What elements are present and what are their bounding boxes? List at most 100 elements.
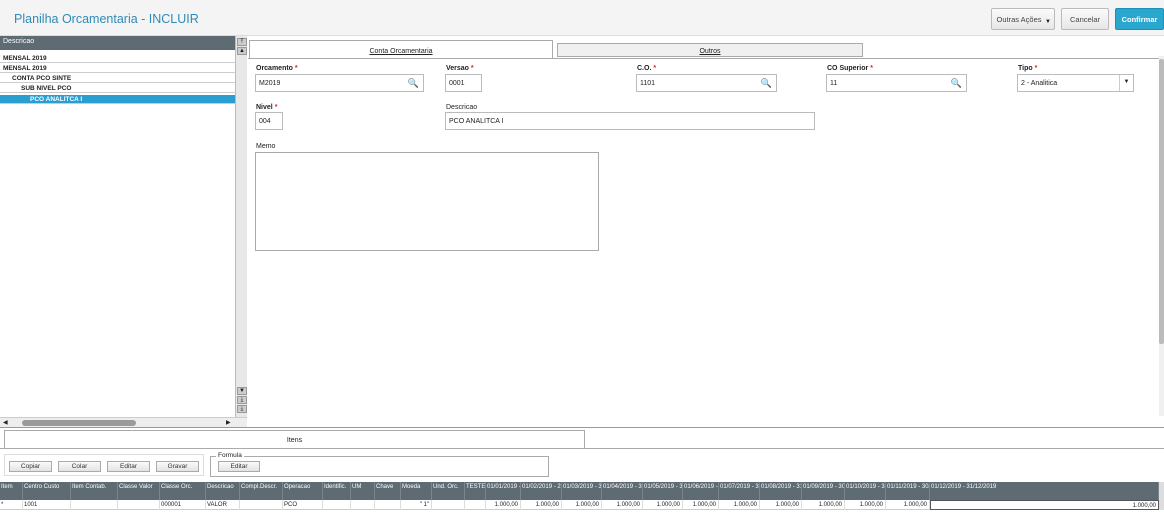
column-header[interactable]: 01/07/2019 - 31/07/2019	[719, 482, 760, 500]
copiar-button[interactable]: Copiar	[9, 461, 52, 472]
table-cell[interactable]: 1.000,00	[886, 500, 930, 510]
column-header[interactable]: Classe Orc.	[160, 482, 206, 500]
tree-horizontal-scrollbar[interactable]: ◀ ▶	[0, 417, 247, 427]
column-header[interactable]: UM	[351, 482, 375, 500]
memo-textarea[interactable]	[255, 152, 599, 251]
column-header[interactable]: Identific.	[323, 482, 351, 500]
column-header[interactable]: 01/02/2019 - 28/02/2019	[521, 482, 562, 500]
table-cell[interactable]	[432, 500, 465, 510]
table-cell[interactable]: 1.000,00	[845, 500, 886, 510]
column-header[interactable]: Descricao	[206, 482, 240, 500]
orcamento-value: M2019	[259, 80, 281, 87]
column-header[interactable]: 01/09/2019 - 30/09/2019	[802, 482, 845, 500]
tab-outros[interactable]: Outros	[557, 43, 863, 57]
search-icon[interactable]: 🔍	[408, 78, 419, 89]
tree-vertical-scrollbar[interactable]: ⤒ ▲ ▼ ⤓ ⤓	[235, 36, 247, 418]
column-header[interactable]: 01/03/2019 - 31/03/2019	[562, 482, 602, 500]
scroll-bottom-icon[interactable]: ⤓	[237, 405, 247, 413]
colar-button[interactable]: Colar	[58, 461, 101, 472]
column-header[interactable]: 01/04/2019 - 30/04/2019	[602, 482, 643, 500]
column-header[interactable]: TESTE	[465, 482, 486, 500]
table-cell[interactable]: VALOR	[206, 500, 240, 510]
tree-node[interactable]: MENSAL 2019	[0, 64, 235, 73]
co-superior-field[interactable]: 11 🔍	[826, 74, 967, 92]
tree-node[interactable]: CONTA PCO SINTE	[0, 74, 235, 83]
tipo-select[interactable]: 2 - Analitica ▼	[1017, 74, 1134, 92]
column-header[interactable]: 01/12/2019 - 31/12/2019	[930, 482, 1159, 500]
table-cell[interactable]: PCO	[283, 500, 323, 510]
descricao-value: PCO ANALITCA I	[449, 118, 504, 125]
search-icon[interactable]: 🔍	[951, 78, 962, 89]
nivel-field[interactable]: 004	[255, 112, 283, 130]
formula-editar-button[interactable]: Editar	[218, 461, 260, 472]
table-cell[interactable]	[351, 500, 375, 510]
versao-field[interactable]: 0001	[445, 74, 482, 92]
table-cell[interactable]: 1.000,00	[643, 500, 683, 510]
descricao-field[interactable]: PCO ANALITCA I	[445, 112, 815, 130]
versao-value: 0001	[449, 80, 465, 87]
table-cell[interactable]: 1.000,00	[719, 500, 760, 510]
tab-itens[interactable]: Itens	[4, 430, 585, 449]
table-cell[interactable]: 1.000,00	[760, 500, 802, 510]
form-scrollbar[interactable]	[1159, 56, 1164, 416]
column-header[interactable]: Item	[0, 482, 23, 500]
table-cell[interactable]: 000001	[160, 500, 206, 510]
column-header[interactable]: Und. Orc.	[432, 482, 465, 500]
co-field[interactable]: 1101 🔍	[636, 74, 777, 92]
column-header[interactable]: Compl.Descr.	[240, 482, 283, 500]
tree-node-selected[interactable]: PCO ANALITCA I	[0, 95, 235, 104]
table-cell[interactable]	[71, 500, 118, 510]
scroll-left-icon[interactable]: ◀	[3, 419, 8, 426]
tree-node[interactable]: SUB NIVEL PCO	[0, 84, 235, 93]
scroll-page-down-icon[interactable]: ⤓	[237, 396, 247, 404]
table-cell[interactable]	[323, 500, 351, 510]
table-cell[interactable]	[240, 500, 283, 510]
search-icon[interactable]: 🔍	[761, 78, 772, 89]
editar-button[interactable]: Editar	[107, 461, 150, 472]
table-cell[interactable]: 1.000,00	[602, 500, 643, 510]
scroll-down-icon[interactable]: ▼	[237, 387, 247, 395]
scroll-thumb[interactable]	[1159, 59, 1164, 344]
column-header[interactable]: 01/06/2019 - 30/06/2019	[683, 482, 719, 500]
column-header[interactable]: Classe Valor	[118, 482, 160, 500]
column-header[interactable]: 01/05/2019 - 31/05/2019	[643, 482, 683, 500]
column-header[interactable]: 01/08/2019 - 31/08/2019	[760, 482, 802, 500]
table-cell[interactable]: 1.000,00	[521, 500, 562, 510]
orcamento-field[interactable]: M2019 🔍	[255, 74, 424, 92]
table-cell[interactable]: 1001	[23, 500, 71, 510]
column-header[interactable]: 01/10/2019 - 31/10/2019	[845, 482, 886, 500]
column-header[interactable]: 01/11/2019 - 30/11/2019	[886, 482, 930, 500]
scroll-right-icon[interactable]: ▶	[226, 419, 231, 426]
table-cell[interactable]: 1.000,00	[486, 500, 521, 510]
co-value: 1101	[640, 80, 656, 87]
table-cell[interactable]	[465, 500, 486, 510]
column-header[interactable]: Item Contab.	[71, 482, 118, 500]
formula-legend: Formula	[216, 452, 244, 459]
tab-conta-orcamentaria[interactable]: Conta Orcamentaria	[249, 40, 553, 59]
table-cell[interactable]: 1.000,00	[683, 500, 719, 510]
gravar-button[interactable]: Gravar	[156, 461, 199, 472]
table-cell[interactable]	[375, 500, 401, 510]
grid-scrollbar[interactable]	[1159, 482, 1164, 510]
column-header[interactable]: Moeda	[401, 482, 432, 500]
column-header[interactable]: 01/01/2019 - 31/01/2019	[486, 482, 521, 500]
table-cell[interactable]: 1.000,00	[562, 500, 602, 510]
table-cell[interactable]: 1.000,00	[802, 500, 845, 510]
confirmar-button[interactable]: Confirmar	[1115, 8, 1164, 30]
table-row[interactable]: * 1001 000001 VALOR PCO " 1" 1.000,00 1.000,00 1…	[0, 500, 1159, 510]
column-header[interactable]: Chave	[375, 482, 401, 500]
column-header[interactable]: Operacao	[283, 482, 323, 500]
outras-acoes-button[interactable]: Outras Ações ▼	[991, 8, 1055, 30]
scroll-top-icon[interactable]: ⤒	[237, 38, 247, 46]
column-header[interactable]: Centro Custo	[23, 482, 71, 500]
scroll-thumb[interactable]	[22, 420, 136, 426]
table-cell[interactable]: *	[0, 500, 23, 510]
table-cell[interactable]: 1.000,00	[930, 500, 1159, 510]
grid-header: Item Centro Custo Item Contab. Classe Valor…	[0, 482, 1159, 500]
scroll-up-icon[interactable]: ▲	[237, 47, 247, 55]
chevron-down-icon[interactable]: ▼	[1119, 75, 1133, 91]
tree-node[interactable]: MENSAL 2019	[0, 54, 235, 63]
cancelar-button[interactable]: Cancelar	[1061, 8, 1109, 30]
table-cell[interactable]	[118, 500, 160, 510]
table-cell[interactable]: " 1"	[401, 500, 432, 510]
